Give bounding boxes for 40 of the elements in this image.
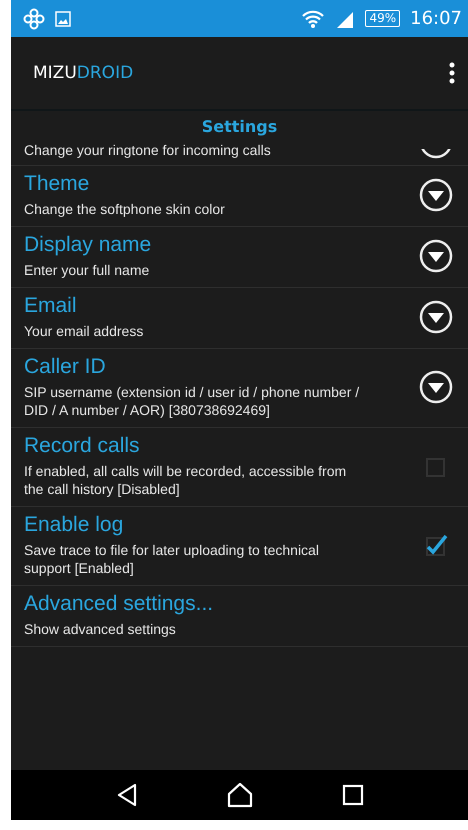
setting-row[interactable]: Advanced settings... Show advanced settings — [11, 586, 468, 647]
setting-row[interactable]: Enable log Save trace to file for later uploading to technical support [Enabled] — [11, 507, 468, 586]
setting-summary: If enabled, all calls will be recorded, accessible from the call history [Disabled] — [24, 462, 348, 498]
setting-title: Record calls — [24, 434, 141, 458]
setting-row[interactable]: Display name Enter your full name — [11, 227, 468, 288]
setting-row[interactable]: Email Your email address — [11, 288, 468, 349]
dropdown-icon[interactable] — [419, 178, 453, 212]
setting-title: Theme — [24, 172, 90, 196]
dropdown-icon[interactable] — [419, 370, 453, 404]
setting-summary: Save trace to file for later uploading to technical support [Enabled] — [24, 541, 320, 577]
recent-apps-icon[interactable] — [342, 784, 364, 806]
setting-summary: Change your ringtone for incoming calls — [24, 141, 271, 159]
wifi-icon — [301, 8, 326, 28]
setting-row[interactable]: Caller ID SIP username (extension id / user id / phone number / DID / A number / AOR) [380738692469] — [11, 349, 468, 428]
setting-summary: Enter your full name — [24, 261, 150, 279]
setting-title: Display name — [24, 233, 152, 257]
app-notification-icon — [23, 8, 45, 30]
setting-title: Advanced settings... — [24, 592, 214, 616]
overflow-menu-icon[interactable] — [448, 62, 456, 84]
dropdown-icon[interactable] — [419, 149, 453, 159]
setting-row[interactable]: Record calls If enabled, all calls will be recorded, accessible from the call history [Disabled] — [11, 428, 468, 507]
image-icon — [55, 10, 71, 26]
setting-summary: Change the softphone skin color — [24, 200, 226, 218]
battery-level: 49% — [365, 10, 400, 27]
back-icon[interactable] — [116, 783, 138, 807]
clock-time: 16:07 — [410, 8, 462, 29]
app-logo-text: DROID — [76, 63, 134, 83]
home-icon[interactable] — [226, 782, 252, 808]
dropdown-icon[interactable] — [419, 300, 453, 334]
dropdown-icon[interactable] — [419, 239, 453, 273]
setting-title: Enable log — [24, 513, 124, 537]
screen-title: Settings — [202, 116, 278, 136]
setting-title: Email — [24, 294, 78, 318]
checkbox[interactable] — [424, 533, 448, 557]
setting-row[interactable]: Theme Change the softphone skin color — [11, 166, 468, 227]
setting-summary: SIP username (extension id / user id / phone number / DID / A number / AOR) [380738692469] — [24, 383, 360, 419]
app-logo-text: MIZU — [33, 63, 77, 83]
setting-summary: Your email address — [24, 322, 144, 340]
setting-summary: Show advanced settings — [24, 620, 177, 638]
setting-title: Caller ID — [24, 355, 107, 379]
